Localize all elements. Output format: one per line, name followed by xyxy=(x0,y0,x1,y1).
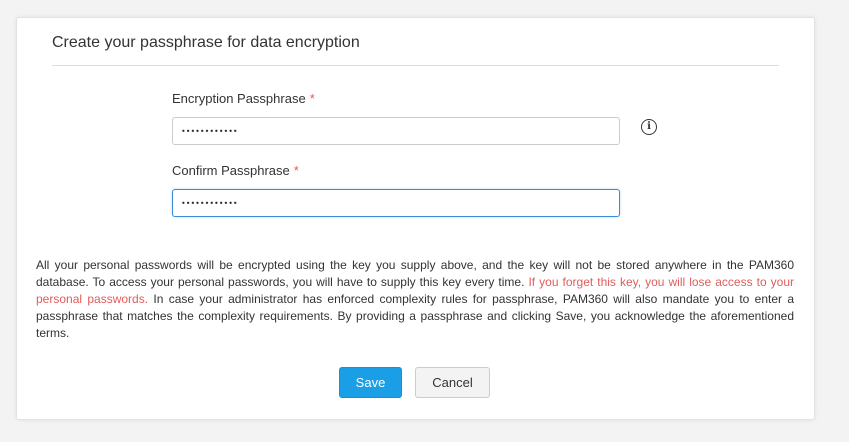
required-marker: * xyxy=(309,91,315,106)
passphrase-label-text: Encryption Passphrase xyxy=(172,91,306,106)
confirm-label: Confirm Passphrase * xyxy=(172,163,299,178)
passphrase-input[interactable] xyxy=(172,117,620,145)
save-button[interactable]: Save xyxy=(339,367,402,398)
confirm-passphrase-input[interactable] xyxy=(172,189,620,217)
info-icon[interactable]: i xyxy=(641,119,657,135)
confirm-label-text: Confirm Passphrase xyxy=(172,163,290,178)
description-text: All your personal passwords will be encr… xyxy=(36,257,794,342)
passphrase-label: Encryption Passphrase * xyxy=(172,91,315,106)
cancel-button[interactable]: Cancel xyxy=(415,367,490,398)
description-outro: In case your administrator has enforced … xyxy=(36,292,795,340)
title-divider xyxy=(52,65,779,66)
passphrase-card: Create your passphrase for data encrypti… xyxy=(16,17,815,420)
required-marker: * xyxy=(293,163,299,178)
page-title: Create your passphrase for data encrypti… xyxy=(52,34,360,51)
